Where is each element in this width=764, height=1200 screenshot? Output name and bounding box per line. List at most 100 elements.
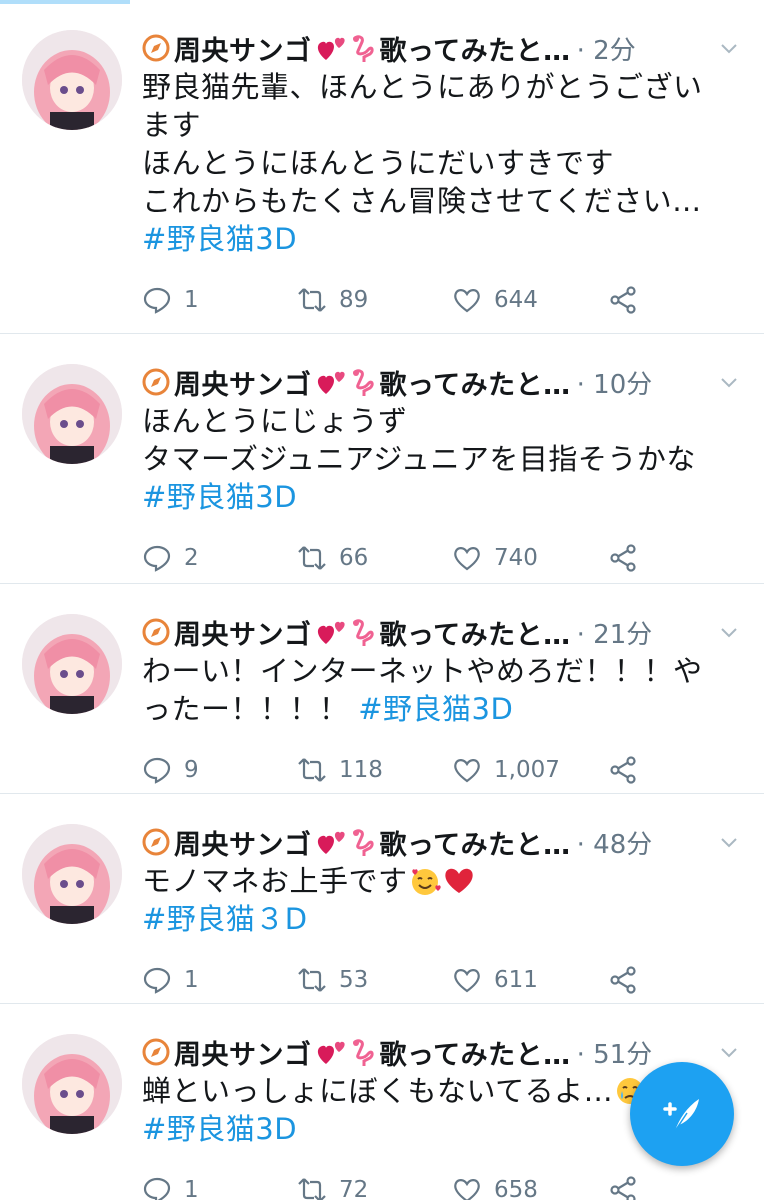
display-name[interactable]: 周央サンゴ <box>174 1033 312 1072</box>
tweet[interactable]: 周央サンゴ 歌ってみたと… · 48分 モノマネお上手です #野良猫３D 1 5… <box>0 794 764 1004</box>
avatar[interactable] <box>22 364 122 464</box>
display-name[interactable]: 周央サンゴ <box>174 613 312 652</box>
retweet-count: 89 <box>339 287 369 313</box>
tweet-actions: 9 118 1,007 <box>142 740 740 800</box>
display-name-tail[interactable]: 歌ってみたと… <box>380 363 571 402</box>
timestamp[interactable]: · 51分 <box>577 1034 653 1071</box>
timestamp[interactable]: · 48分 <box>577 824 653 861</box>
tweet[interactable]: 周央サンゴ 歌ってみたと… · 21分 わーい！インターネットやめろだ！！！やっ… <box>0 584 764 794</box>
tweet[interactable]: 周央サンゴ 歌ってみたと… · 10分 ほんとうにじょうず タマーズジュニアジュ… <box>0 334 764 584</box>
avatar[interactable] <box>22 30 122 130</box>
tweet-text: モノマネお上手です #野良猫３D <box>142 862 740 938</box>
timestamp[interactable]: · 21分 <box>577 614 653 651</box>
retweet-button[interactable]: 89 <box>297 285 452 315</box>
hashtag-link[interactable]: #野良猫3D <box>142 1112 297 1146</box>
display-name-tail[interactable]: 歌ってみたと… <box>380 613 571 652</box>
avatar[interactable] <box>22 1034 122 1134</box>
hashtag-link[interactable]: #野良猫3D <box>142 222 297 256</box>
reply-button[interactable]: 1 <box>142 285 297 315</box>
tweet-text: 野良猫先輩、ほんとうにありがとうございます ほんとうにほんとうにだいすきです こ… <box>142 68 740 258</box>
chevron-down-icon[interactable] <box>718 831 740 853</box>
retweet-button[interactable]: 72 <box>297 1175 452 1200</box>
reply-button[interactable]: 2 <box>142 543 297 573</box>
share-button[interactable] <box>608 285 650 315</box>
reply-icon <box>143 967 171 994</box>
tweet-actions: 2 66 740 <box>142 528 740 588</box>
retweet-button[interactable]: 53 <box>297 965 452 995</box>
like-button[interactable]: 1,007 <box>452 755 608 785</box>
avatar[interactable] <box>22 824 122 924</box>
like-button[interactable]: 611 <box>452 965 608 995</box>
hashtag-link[interactable]: #野良猫３D <box>142 902 308 936</box>
compose-tweet-button[interactable] <box>630 1062 734 1166</box>
retweet-button[interactable]: 118 <box>297 755 452 785</box>
two-hearts-icon <box>317 371 345 394</box>
like-count: 740 <box>494 545 538 571</box>
heart-icon <box>454 759 480 783</box>
share-icon <box>610 544 636 572</box>
hashtag-link[interactable]: #野良猫3D <box>358 692 513 726</box>
reply-button[interactable]: 1 <box>142 1175 297 1200</box>
display-name[interactable]: 周央サンゴ <box>174 823 312 862</box>
reply-button[interactable]: 1 <box>142 965 297 995</box>
retweet-count: 53 <box>339 967 369 993</box>
like-button[interactable]: 644 <box>452 285 608 315</box>
flamingo-icon <box>352 369 374 396</box>
heart-icon <box>454 969 480 993</box>
retweet-count: 66 <box>339 545 369 571</box>
display-name[interactable]: 周央サンゴ <box>174 29 312 68</box>
share-button[interactable] <box>608 1175 650 1200</box>
retweet-icon <box>298 1178 326 1200</box>
reply-count: 9 <box>184 757 199 783</box>
share-icon <box>610 1176 636 1200</box>
display-name-tail[interactable]: 歌ってみたと… <box>380 29 571 68</box>
share-button[interactable] <box>608 543 650 573</box>
tweet-body: 野良猫先輩、ほんとうにありがとうございます ほんとうにほんとうにだいすきです こ… <box>142 70 703 218</box>
flamingo-icon <box>352 35 374 62</box>
timestamp[interactable]: · 10分 <box>577 364 653 401</box>
two-hearts-icon <box>317 831 345 854</box>
chevron-down-icon[interactable] <box>718 1041 740 1063</box>
two-hearts-icon <box>317 37 345 60</box>
tweet[interactable]: 周央サンゴ 歌ってみたと… · 2分 野良猫先輩、ほんとうにありがとうございます… <box>0 0 764 334</box>
like-button[interactable]: 740 <box>452 543 608 573</box>
reply-icon <box>143 287 171 314</box>
retweet-icon <box>298 758 326 782</box>
retweet-icon <box>298 288 326 312</box>
share-button[interactable] <box>608 965 650 995</box>
reply-button[interactable]: 9 <box>142 755 297 785</box>
retweet-button[interactable]: 66 <box>297 543 452 573</box>
share-button[interactable] <box>608 755 650 785</box>
red-heart-icon <box>444 868 473 893</box>
flamingo-icon <box>352 1039 374 1066</box>
two-hearts-icon <box>317 1041 345 1064</box>
compose-tweet-icon <box>663 1099 699 1132</box>
reply-icon <box>143 757 171 784</box>
reply-count: 1 <box>184 967 199 993</box>
display-name-tail[interactable]: 歌ってみたと… <box>380 1033 571 1072</box>
share-icon <box>610 286 636 314</box>
reply-icon <box>143 1177 171 1200</box>
hashtag-link[interactable]: #野良猫3D <box>142 480 297 514</box>
reply-count: 2 <box>184 545 199 571</box>
retweet-icon <box>298 546 326 570</box>
like-button[interactable]: 658 <box>452 1175 608 1200</box>
compass-icon <box>142 618 170 646</box>
display-name-tail[interactable]: 歌ってみたと… <box>380 823 571 862</box>
display-name[interactable]: 周央サンゴ <box>174 363 312 402</box>
share-icon <box>610 966 636 994</box>
reply-count: 1 <box>184 1177 199 1200</box>
smiling-face-with-hearts-icon <box>411 869 441 895</box>
like-count: 611 <box>494 967 538 993</box>
retweet-icon <box>298 968 326 992</box>
chevron-down-icon[interactable] <box>718 371 740 393</box>
retweet-count: 118 <box>339 757 383 783</box>
heart-icon <box>454 289 480 313</box>
avatar[interactable] <box>22 614 122 714</box>
timeline: 周央サンゴ 歌ってみたと… · 2分 野良猫先輩、ほんとうにありがとうございます… <box>0 0 764 1200</box>
chevron-down-icon[interactable] <box>718 621 740 643</box>
chevron-down-icon[interactable] <box>718 37 740 59</box>
compass-icon <box>142 1038 170 1066</box>
heart-icon <box>454 547 480 571</box>
timestamp[interactable]: · 2分 <box>577 30 636 67</box>
